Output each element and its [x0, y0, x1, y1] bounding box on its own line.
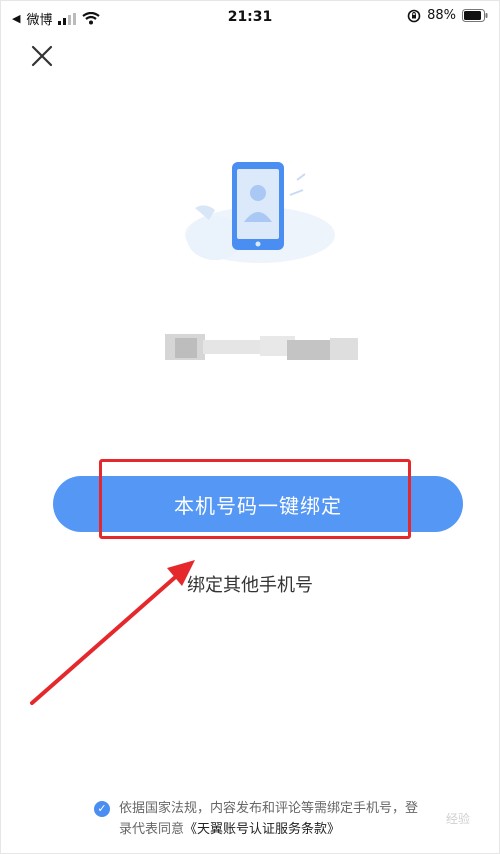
phone-user-icon	[185, 162, 335, 263]
agreement-text-block: 依据国家法规，内容发布和评论等需绑定手机号，登录代表同意《天翼账号认证服务条款》	[95, 798, 425, 840]
battery-icon	[462, 9, 488, 22]
terms-link[interactable]: 《天翼账号认证服务条款》	[184, 822, 340, 837]
status-bar: ◀ 微博 21:31 88%	[0, 0, 500, 36]
phone-illustration	[175, 150, 335, 270]
agreement-section: ✓ 依据国家法规，内容发布和评论等需绑定手机号，登录代表同意《天翼账号认证服务条…	[94, 798, 425, 840]
blurred-number-pixels	[165, 334, 358, 360]
status-right: 88%	[407, 8, 488, 23]
masked-phone-number	[165, 328, 360, 366]
one-click-bind-label: 本机号码一键绑定	[174, 493, 342, 518]
orientation-lock-icon	[407, 9, 421, 22]
agree-checkbox[interactable]: ✓	[94, 801, 110, 817]
close-button[interactable]	[28, 42, 56, 70]
close-icon	[31, 45, 53, 67]
bind-other-phone-link[interactable]: 绑定其他手机号	[0, 571, 500, 597]
screen-border	[0, 0, 500, 854]
one-click-bind-button[interactable]: 本机号码一键绑定	[53, 476, 463, 532]
annotation-arrow	[30, 560, 195, 705]
battery-percent: 88%	[427, 8, 456, 23]
watermark: 经验	[445, 812, 470, 826]
